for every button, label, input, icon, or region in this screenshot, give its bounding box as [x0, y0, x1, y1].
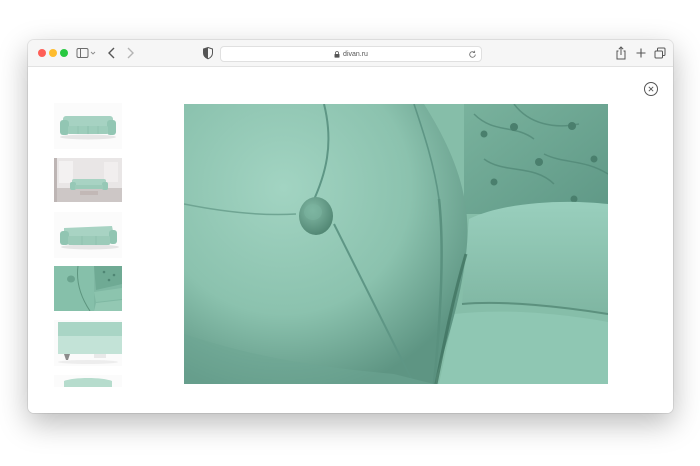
sofa-closeup-image: [184, 104, 608, 384]
sofa-interior-image: [54, 158, 122, 202]
tab-overview-button[interactable]: [653, 45, 667, 61]
plus-icon: [636, 48, 646, 58]
minimize-window-button[interactable]: [49, 49, 57, 57]
sofa-detail-image: [54, 266, 122, 311]
privacy-report-button[interactable]: [201, 46, 215, 60]
new-tab-button[interactable]: [634, 45, 648, 61]
gallery-thumbnail-1[interactable]: [54, 103, 122, 149]
reload-button[interactable]: [467, 49, 477, 59]
back-button[interactable]: [106, 45, 118, 61]
main-product-image: [184, 104, 608, 384]
address-bar[interactable]: divan.ru: [220, 46, 482, 62]
browser-window: divan.ru: [28, 40, 673, 413]
gallery-thumbnail-3[interactable]: [54, 212, 122, 258]
sofa-front-image: [54, 103, 122, 149]
chevron-left-icon: [108, 47, 115, 59]
zoom-window-button[interactable]: [60, 49, 68, 57]
browser-toolbar: divan.ru: [28, 40, 673, 67]
gallery-thumbnail-6[interactable]: [54, 375, 122, 387]
sofa-angle-image: [54, 212, 122, 258]
product-gallery-viewer: [28, 67, 673, 413]
gallery-thumbnail-2[interactable]: [54, 158, 122, 202]
url-text: divan.ru: [343, 50, 368, 58]
close-gallery-button[interactable]: [644, 82, 658, 96]
gallery-thumbnail-4-active[interactable]: [54, 266, 122, 311]
shield-icon: [203, 46, 213, 60]
close-window-button[interactable]: [38, 49, 46, 57]
gallery-thumbnail-5[interactable]: [54, 320, 122, 366]
reload-icon: [468, 50, 476, 58]
sidebar-icon: [76, 48, 96, 58]
sidebar-toggle-button[interactable]: [76, 46, 98, 60]
tabs-icon: [654, 47, 666, 59]
sofa-partial-image: [54, 375, 122, 387]
share-icon: [616, 46, 626, 60]
chevron-right-icon: [127, 47, 134, 59]
forward-button[interactable]: [124, 45, 136, 61]
lock-icon: [334, 50, 340, 58]
sofa-base-image: [54, 320, 122, 366]
share-button[interactable]: [614, 45, 628, 61]
close-icon: [648, 86, 654, 92]
